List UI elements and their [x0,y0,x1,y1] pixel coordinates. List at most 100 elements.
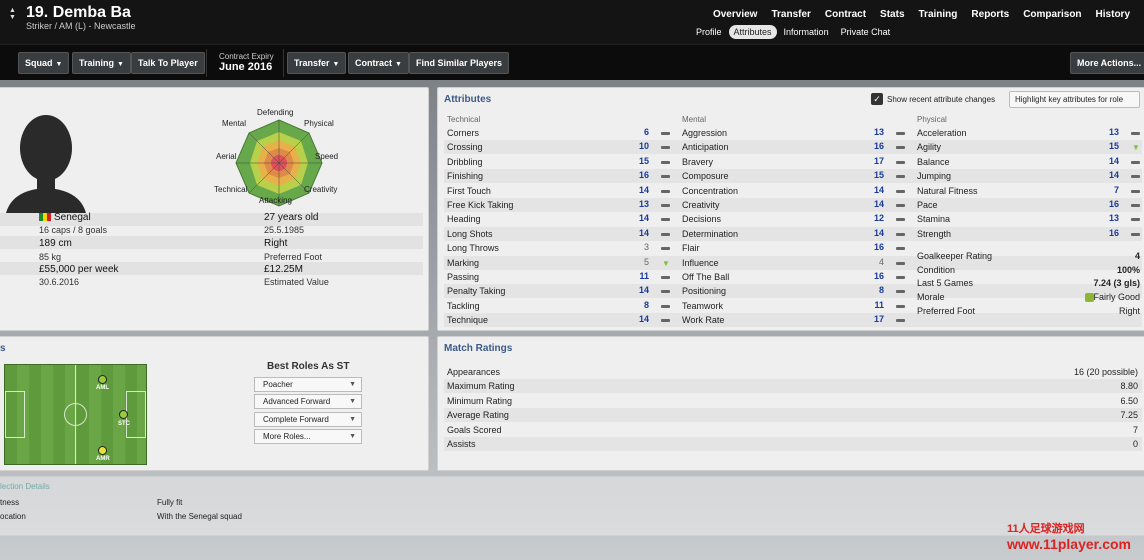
fitness-label: tness [0,498,20,507]
attribute-row-technical[interactable]: Corners 6 [447,126,670,140]
attribute-row-technical[interactable]: Penalty Taking 14 [447,284,670,298]
role-poacher[interactable]: Poacher ▼ [254,377,362,392]
radar-label-technical: Technical [214,185,248,194]
contract-button[interactable]: Contract ▼ [348,52,409,74]
tab-attributes[interactable]: Attributes [728,25,777,39]
attribute-row-physical[interactable]: Agility 15 ▼ [917,140,1140,154]
attribute-row-mental[interactable]: Teamwork 11 [682,299,905,313]
attribute-row-mental[interactable]: Creativity 14 [682,198,905,212]
show-recent-changes-checkbox[interactable]: ✓ [871,93,883,105]
attribute-row-physical[interactable]: Pace 16 [917,198,1140,212]
more-actions-button[interactable]: More Actions...▼ [1070,52,1144,74]
attribute-name: Decisions [682,214,722,225]
trend-up-icon: ▼ [662,258,670,268]
radar-label-physical: Physical [304,119,334,128]
attribute-value: 11 [874,299,884,310]
attribute-row-mental[interactable]: Aggression 13 [682,126,905,140]
attribute-row-technical[interactable]: Marking 5 ▼ [447,256,670,270]
attribute-row-physical[interactable]: Natural Fitness 7 [917,184,1140,198]
attribute-row-technical[interactable]: Long Shots 14 [447,227,670,241]
trend-flat-icon [661,319,670,323]
nav-comparison[interactable]: Comparison [1023,9,1081,20]
squad-button[interactable]: Squad ▼ [18,52,70,74]
toolbar-divider [283,49,284,77]
attribute-row-technical[interactable]: Finishing 16 [447,169,670,183]
highlight-key-attributes-button[interactable]: Highlight key attributes for role [1009,91,1140,108]
attribute-row-mental[interactable]: Anticipation 16 [682,140,905,154]
attribute-row-mental[interactable]: Positioning 8 [682,284,905,298]
attribute-value: 11 [639,271,649,281]
attribute-row-technical[interactable]: Tackling 8 [447,299,670,313]
trend-flat-icon [896,218,905,222]
attribute-row-technical[interactable]: Crossing 10 [447,140,670,154]
rating-value: 7.25 [1120,410,1138,421]
tab-information[interactable]: Information [779,25,834,39]
attribute-row-physical[interactable]: Acceleration 13 [917,126,1140,140]
attribute-value: 17 [873,314,884,325]
nav-transfer[interactable]: Transfer [771,9,810,20]
training-button[interactable]: Training ▼ [72,52,131,74]
attribute-row-mental[interactable]: Influence 4 [682,256,905,270]
nav-stats[interactable]: Stats [880,9,904,20]
rating-value: 6.50 [1120,395,1138,406]
player-stat-label: Condition [917,264,956,275]
attribute-row-technical[interactable]: Passing 11 [447,270,670,284]
attribute-row-technical[interactable]: Long Throws 3 [447,241,670,255]
date-of-birth: 25.5.1985 [264,225,305,235]
attribute-value: 13 [1108,127,1119,137]
talk-to-player-button[interactable]: Talk To Player [131,52,205,74]
attribute-row-physical[interactable]: Balance 14 [917,155,1140,169]
player-silhouette [5,115,87,218]
player-stat-value: Fairly Good [1093,292,1140,303]
trend-flat-icon [661,175,670,179]
attribute-name: Bravery [682,156,714,167]
age: 27 years old [264,212,319,223]
attribute-row-technical[interactable]: First Touch 14 [447,184,670,198]
attribute-row-mental[interactable]: Flair 16 [682,241,905,255]
role-complete-forward[interactable]: Complete Forward ▼ [254,412,362,427]
player-subtitle: Striker / AM (L) - Newcastle [26,21,136,31]
attribute-row-technical[interactable]: Heading 14 [447,212,670,226]
attribute-row-mental[interactable]: Composure 15 [682,169,905,183]
nav-history[interactable]: History [1096,9,1130,20]
attribute-row-physical[interactable]: Stamina 13 [917,212,1140,226]
trend-flat-icon [896,261,905,265]
nav-reports[interactable]: Reports [971,9,1009,20]
chevron-down-icon: ▼ [395,61,402,68]
attribute-value: 14 [873,227,884,238]
radar-label-aerial: Aerial [216,152,237,161]
more-roles-button[interactable]: More Roles... ▼ [254,429,362,444]
rating-label: Maximum Rating [447,381,515,392]
attribute-row-physical[interactable]: Strength 16 [917,227,1140,241]
attribute-row-technical[interactable]: Dribbling 15 [447,155,670,169]
tab-private-chat[interactable]: Private Chat [836,25,896,39]
attribute-row-mental[interactable]: Determination 14 [682,227,905,241]
trend-flat-icon [896,160,905,164]
attribute-value: 14 [638,314,649,325]
attribute-row-physical[interactable]: Jumping 14 [917,169,1140,183]
chevron-down-icon: ▼ [349,398,356,405]
player-stat-value: Right [1118,305,1140,316]
attribute-row-mental[interactable]: Decisions 12 [682,212,905,226]
player-switch-arrows[interactable]: ▲ ▼ [9,7,16,21]
attribute-row-technical[interactable]: Free Kick Taking 13 [447,198,670,212]
location-label: ocation [0,512,26,521]
attribute-value: 14 [873,199,884,209]
tab-profile[interactable]: Profile [691,25,727,39]
trend-flat-icon [896,189,905,193]
attribute-row-mental[interactable]: Bravery 17 [682,155,905,169]
trend-flat-icon [661,218,670,222]
attribute-row-mental[interactable]: Off The Ball 16 [682,270,905,284]
attribute-row-mental[interactable]: Concentration 14 [682,184,905,198]
nav-training[interactable]: Training [919,9,958,20]
find-similar-players-button[interactable]: Find Similar Players [409,52,510,74]
rating-value: 16 (20 possible) [1073,367,1138,377]
nav-contract[interactable]: Contract [825,9,866,20]
transfer-button[interactable]: Transfer ▼ [287,52,347,74]
role-advanced-forward[interactable]: Advanced Forward ▼ [254,394,362,409]
attribute-name: Acceleration [917,128,967,138]
attribute-row-mental[interactable]: Work Rate 17 [682,313,905,327]
position-label-stc: STC [118,421,130,427]
nav-overview[interactable]: Overview [713,9,757,20]
attribute-row-technical[interactable]: Technique 14 [447,313,670,327]
